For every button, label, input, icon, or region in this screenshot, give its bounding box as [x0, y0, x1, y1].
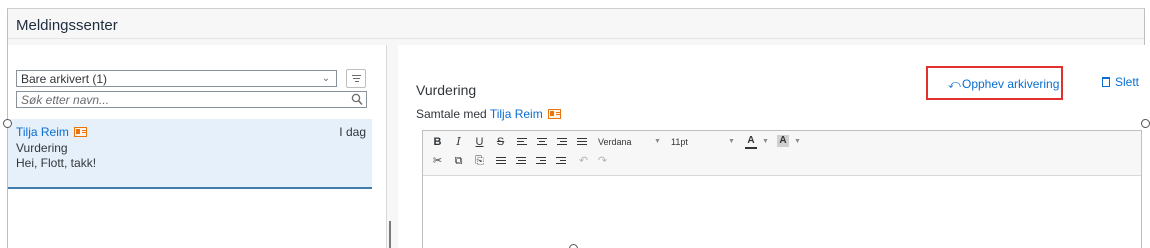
search-icon[interactable]: [351, 93, 363, 106]
header: Meldingssenter: [8, 9, 1144, 39]
archive-filter-select[interactable]: Bare arkivert (1) ⌄: [16, 70, 337, 87]
chevron-down-icon[interactable]: ⌄: [318, 71, 334, 86]
conversation-participants: Samtale med Tilja Reim: [416, 107, 561, 121]
delete-button[interactable]: Slett: [1102, 75, 1139, 89]
underline-icon[interactable]: U: [472, 134, 487, 150]
unarchive-highlight-box: ⤺ Opphev arkivering: [926, 66, 1063, 100]
contact-card-icon: [547, 109, 561, 119]
redo-icon[interactable]: ↷: [595, 153, 610, 169]
conversation-date: I dag: [339, 125, 366, 139]
message-editor: B I U S Verdana ▼ 11pt ▼ A ▼ A ▼ ✂ ⧉ ⎘ ↶…: [422, 130, 1142, 248]
indent-increase-icon[interactable]: [556, 157, 566, 166]
message-center-window: Meldingssenter Bare arkivert (1) ⌄ Søk e…: [3, 8, 1150, 248]
text-color-icon[interactable]: A: [745, 135, 757, 149]
strikethrough-icon[interactable]: S: [493, 134, 508, 150]
resize-handle-right[interactable]: [1141, 119, 1150, 128]
font-family-chevron-icon[interactable]: ▼: [654, 138, 661, 145]
align-left-icon[interactable]: [517, 138, 527, 147]
editor-toolbar: B I U S Verdana ▼ 11pt ▼ A ▼ A ▼ ✂ ⧉ ⎘ ↶…: [423, 131, 1141, 176]
unarchive-button[interactable]: Opphev arkivering: [962, 77, 1059, 91]
conversation-subject: Vurdering: [16, 141, 68, 155]
font-family-select[interactable]: Verdana: [598, 137, 632, 147]
align-center-icon[interactable]: [537, 138, 547, 147]
archive-filter-value: Bare arkivert (1): [21, 72, 108, 86]
conversation-list-item[interactable]: Tilja Reim I dag Vurdering Hei, Flott, t…: [8, 119, 372, 189]
justify-icon[interactable]: [577, 138, 587, 147]
trash-icon: [1102, 77, 1110, 87]
copy-icon[interactable]: ⧉: [451, 153, 466, 169]
conversation-contact-name[interactable]: Tilja Reim: [16, 125, 87, 139]
indent-decrease-icon[interactable]: [536, 157, 546, 166]
cut-icon[interactable]: ✂: [430, 153, 445, 169]
italic-icon[interactable]: I: [451, 134, 466, 150]
pane-scrollbar[interactable]: [389, 221, 391, 248]
text-color-chevron-icon[interactable]: ▼: [762, 138, 769, 145]
conversation-detail-pane: Vurdering Samtale med Tilja Reim ⤺ Opphe…: [398, 45, 1146, 248]
conversation-list-pane: Bare arkivert (1) ⌄ Søk etter navn... Ti…: [8, 45, 387, 248]
search-placeholder: Søk etter navn...: [21, 93, 110, 107]
contact-card-icon: [73, 127, 87, 137]
conversation-title: Vurdering: [416, 82, 477, 98]
conversation-preview: Hei, Flott, takk!: [16, 156, 97, 170]
font-size-select[interactable]: 11pt: [671, 137, 688, 147]
undo-icon[interactable]: ↶: [576, 153, 591, 169]
highlight-chevron-icon[interactable]: ▼: [794, 138, 801, 145]
filter-icon: [352, 75, 361, 84]
highlight-color-icon[interactable]: A: [777, 135, 789, 147]
editor-body[interactable]: [423, 177, 1141, 248]
paste-icon[interactable]: ⎘: [472, 153, 487, 169]
bold-icon[interactable]: B: [430, 134, 445, 150]
participant-link[interactable]: Tilja Reim: [490, 107, 543, 121]
cut-off-top-text: [0, 0, 1150, 8]
bullet-list-icon[interactable]: [496, 157, 506, 166]
resize-handle-left[interactable]: [3, 119, 12, 128]
search-input[interactable]: Søk etter navn...: [16, 91, 367, 108]
font-size-chevron-icon[interactable]: ▼: [728, 138, 735, 145]
page-title: Meldingssenter: [16, 17, 118, 34]
align-right-icon[interactable]: [557, 138, 567, 147]
numbered-list-icon[interactable]: [516, 157, 526, 166]
undo-arrow-icon[interactable]: ⤺: [948, 77, 961, 92]
sort-filter-button[interactable]: [346, 69, 366, 88]
resize-handle-bottom[interactable]: [569, 244, 578, 248]
